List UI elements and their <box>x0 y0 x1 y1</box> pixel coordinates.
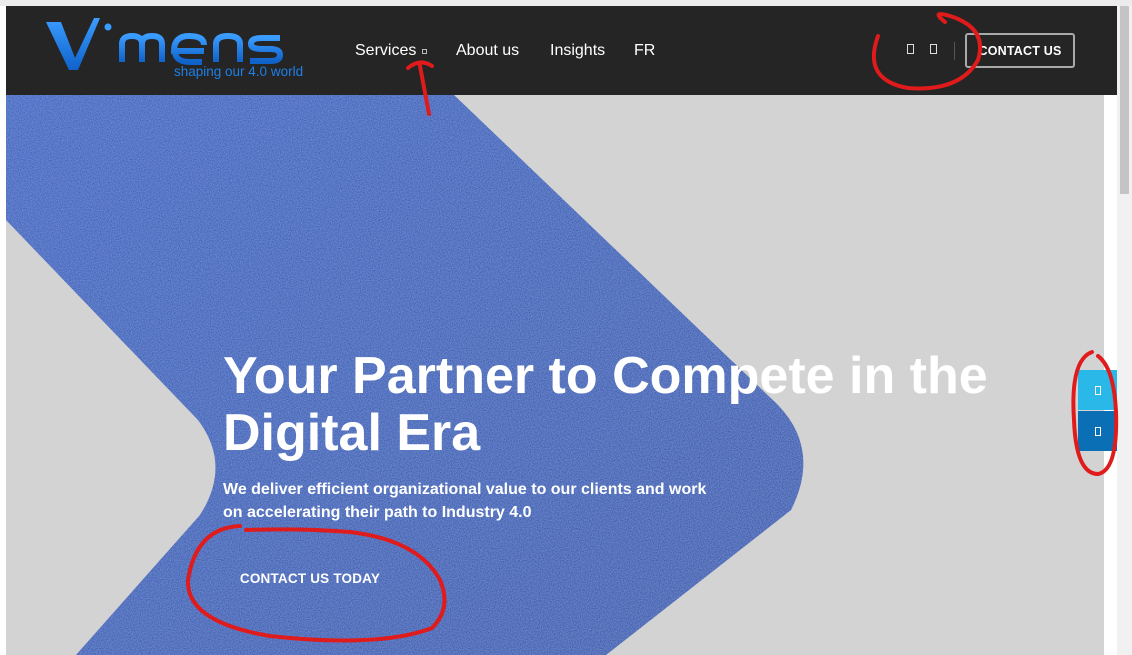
floating-mail-tab[interactable] <box>1078 411 1117 451</box>
nav-insights[interactable]: Insights <box>550 6 605 95</box>
scrollbar-thumb[interactable] <box>1120 6 1129 194</box>
nav-services[interactable]: Services <box>355 6 428 95</box>
site-header: shaping our 4.0 world Services About us … <box>6 6 1117 95</box>
nav-insights-label: Insights <box>550 41 606 59</box>
search-icon[interactable] <box>907 44 914 54</box>
contact-us-button[interactable]: CONTACT US <box>965 33 1075 68</box>
nav-fr-label: FR <box>634 41 656 59</box>
floating-phone-tab[interactable] <box>1078 370 1117 410</box>
logo-tagline: shaping our 4.0 world <box>174 64 304 79</box>
cart-icon[interactable] <box>930 44 937 54</box>
chevron-down-icon <box>422 49 428 54</box>
contact-us-today-button[interactable]: CONTACT US TODAY <box>223 555 397 601</box>
hero-subtitle: We deliver efficient organizational valu… <box>223 481 707 521</box>
nav-language-fr[interactable]: FR <box>634 6 655 95</box>
phone-icon <box>1094 385 1101 395</box>
nav-about-label: About us <box>456 41 520 59</box>
nav-about-us[interactable]: About us <box>456 6 519 95</box>
site-logo[interactable]: shaping our 4.0 world <box>44 18 316 80</box>
nav-services-label: Services <box>355 41 417 59</box>
hero-section: Your Partner to Compete in the Digital E… <box>6 95 1104 655</box>
mail-icon <box>1094 426 1101 436</box>
page-scrollbar[interactable] <box>1117 6 1132 655</box>
header-divider <box>954 42 955 60</box>
hero-title: Your Partner to Compete in the Digital E… <box>223 347 988 462</box>
